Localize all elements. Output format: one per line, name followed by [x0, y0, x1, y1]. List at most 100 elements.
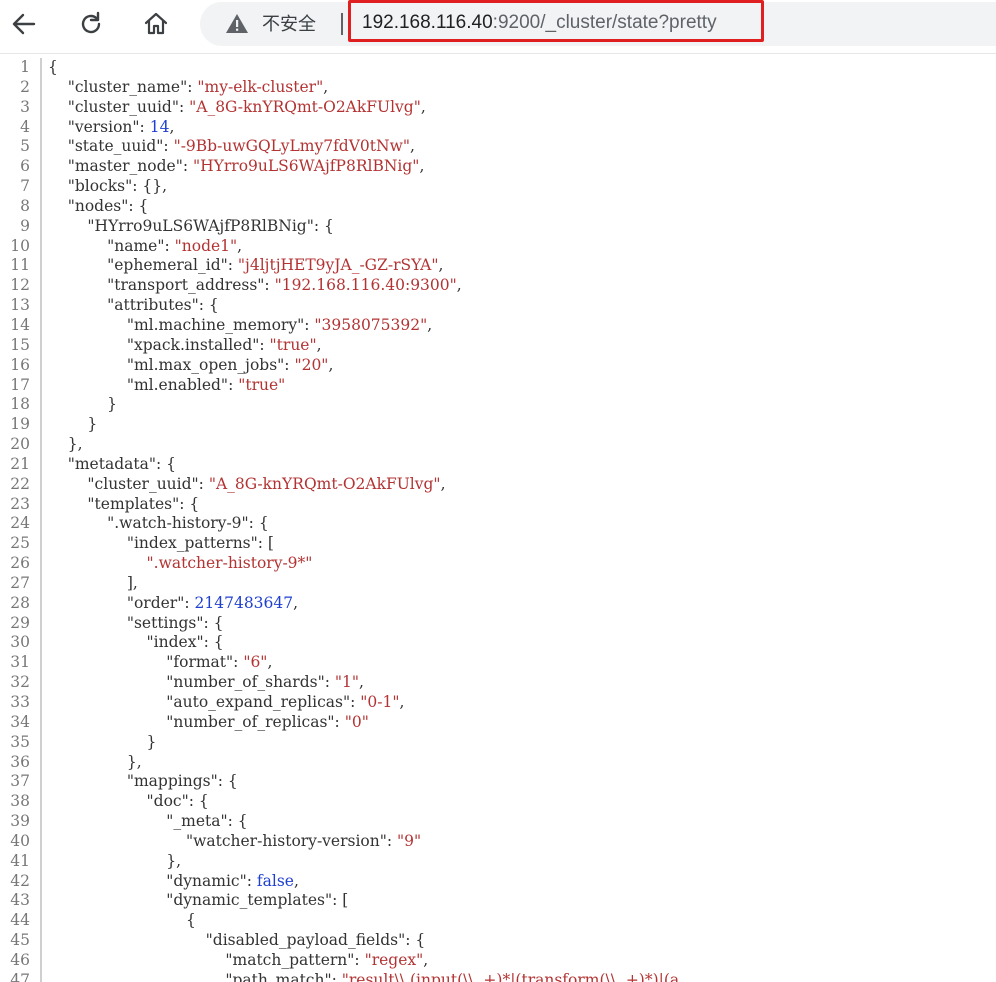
json-punctuation — [48, 812, 166, 830]
json-punctuation: : — [331, 970, 342, 982]
back-button[interactable] — [4, 4, 44, 44]
warning-icon[interactable] — [224, 12, 250, 36]
line-number: 20 — [10, 435, 30, 454]
json-punctuation: { — [48, 911, 196, 930]
gutter-rule — [40, 216, 42, 237]
line-number: 2 — [20, 77, 30, 96]
code-line: 26 ".watcher-history-9*" — [0, 554, 996, 574]
json-punctuation — [48, 376, 127, 394]
json-key: "attributes" — [107, 296, 199, 315]
json-key: "HYrro9uLS6WAjfP8RlBNig" — [87, 216, 314, 235]
gutter-rule — [40, 514, 42, 535]
gutter-rule — [40, 891, 42, 912]
code-line: 21 "metadata": { — [0, 454, 996, 475]
json-punctuation: : — [164, 236, 175, 255]
json-punctuation: : { — [203, 633, 224, 652]
line-number: 15 — [10, 335, 30, 354]
gutter-rule — [40, 276, 42, 297]
line-number: 14 — [10, 315, 30, 334]
json-key: "xpack.installed" — [126, 335, 260, 354]
code-line: 4 "version": 14, — [0, 117, 996, 138]
gutter-rule — [40, 97, 42, 118]
url-text[interactable]: 192.168.116.40:9200/_cluster/state?prett… — [362, 11, 717, 35]
json-punctuation: , — [293, 871, 299, 890]
line-number: 31 — [10, 653, 30, 672]
json-key: "ml.enabled" — [126, 375, 229, 394]
json-punctuation — [48, 217, 87, 235]
gutter-rule — [40, 315, 42, 336]
gutter-rule — [40, 454, 42, 475]
code-line: 24 ".watch-history-9": { — [0, 514, 996, 535]
json-key: "version" — [67, 117, 140, 136]
json-key: "number_of_shards" — [166, 673, 325, 692]
gutter-rule — [40, 355, 42, 376]
gutter-rule — [40, 693, 42, 713]
gutter-rule — [40, 375, 42, 396]
json-key: "cluster_name" — [67, 77, 188, 96]
line-text: "attributes": { — [48, 296, 219, 316]
json-punctuation: : { — [313, 216, 334, 235]
json-punctuation: : — [350, 693, 361, 711]
code-line: 38 "doc": { — [0, 792, 996, 813]
code-line: 6 "master_node": "HYrro9uLS6WAjfP8RlBNig… — [0, 157, 996, 178]
json-key: "index_patterns" — [126, 534, 258, 553]
gutter-rule — [40, 494, 42, 515]
home-button[interactable] — [136, 4, 176, 44]
code-line: 45 "disabled_payload_fields": { — [0, 931, 996, 951]
line-number: 42 — [10, 871, 30, 890]
gutter-rule — [40, 712, 42, 733]
json-punctuation — [48, 792, 147, 810]
line-number: 7 — [20, 177, 30, 196]
json-punctuation: : { — [128, 196, 149, 215]
code-line: 27 ], — [0, 573, 996, 594]
json-punctuation: : { — [227, 812, 248, 831]
gutter-rule — [40, 534, 42, 555]
line-text: "master_node": "HYrro9uLS6WAjfP8RlBNig", — [48, 157, 425, 177]
json-string: "20" — [294, 355, 329, 374]
reload-button[interactable] — [71, 4, 111, 44]
line-number: 6 — [20, 157, 30, 176]
json-punctuation: }, — [48, 752, 142, 771]
json-punctuation: : { — [155, 454, 176, 473]
json-key: "settings" — [126, 613, 204, 632]
line-text: { — [48, 911, 196, 931]
json-string: "HYrro9uLS6WAjfP8RlBNig" — [193, 157, 420, 176]
json-punctuation: : — [182, 157, 193, 176]
gutter-rule — [40, 732, 42, 753]
gutter-rule — [40, 196, 42, 217]
line-text: "dynamic_templates": [ — [48, 891, 348, 911]
json-punctuation: : { — [248, 514, 269, 533]
gutter-rule — [40, 851, 42, 872]
json-string: "regex" — [364, 950, 424, 969]
line-text: ".watcher-history-9*" — [48, 554, 313, 574]
line-number: 21 — [10, 454, 30, 473]
json-punctuation: ], — [48, 573, 138, 592]
line-text: "mappings": { — [48, 772, 238, 792]
json-punctuation: : — [163, 137, 174, 156]
gutter-rule — [40, 256, 42, 277]
gutter-rule — [40, 177, 42, 197]
json-punctuation: : — [187, 77, 198, 96]
gutter-rule — [40, 931, 42, 951]
json-key: "master_node" — [67, 157, 183, 176]
json-key: "name" — [107, 236, 165, 255]
json-punctuation — [48, 951, 225, 969]
gutter-rule — [40, 137, 42, 158]
json-key: ".watch-history-9" — [107, 514, 249, 533]
line-number: 30 — [10, 633, 30, 652]
json-key: "order" — [126, 593, 185, 612]
line-number: 43 — [10, 891, 30, 910]
gutter-rule — [40, 415, 42, 436]
json-key: "index" — [146, 633, 204, 652]
gutter-rule — [40, 58, 42, 78]
line-text: ], — [48, 574, 138, 594]
json-punctuation — [48, 514, 107, 532]
gutter-rule — [40, 573, 42, 594]
security-status-label[interactable]: 不安全 — [262, 12, 316, 36]
line-text: "templates": { — [48, 495, 199, 515]
json-punctuation: , — [359, 673, 364, 692]
line-number: 3 — [20, 97, 30, 116]
json-punctuation — [48, 316, 127, 334]
json-string: "A_8G-knYRQmt-O2AkFUlvg" — [189, 97, 421, 116]
code-line: 5 "state_uuid": "-9Bb-uwGQLyLmy7fdV0tNw"… — [0, 137, 996, 158]
